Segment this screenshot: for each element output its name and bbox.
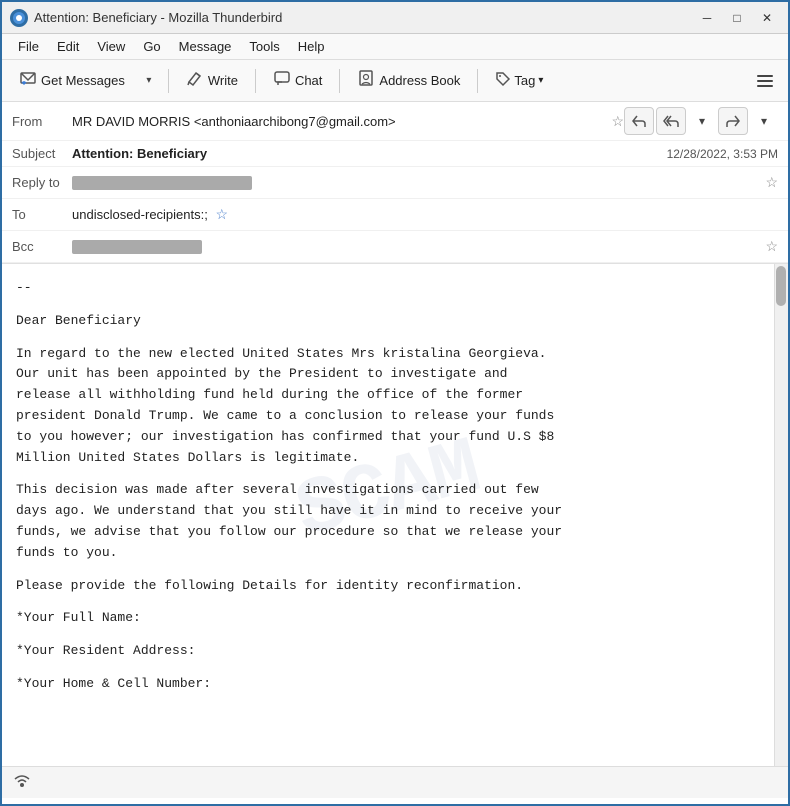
email-paragraph-2: This decision was made after several inv… xyxy=(16,480,754,563)
write-button[interactable]: Write xyxy=(177,64,247,97)
more-actions-button[interactable]: ▾ xyxy=(750,107,778,135)
status-icon xyxy=(12,772,32,793)
app-icon xyxy=(10,9,28,27)
separator-1 xyxy=(168,69,169,93)
email-date: 12/28/2022, 3:53 PM xyxy=(667,147,778,161)
menu-tools[interactable]: Tools xyxy=(241,37,287,56)
from-label: From xyxy=(12,114,72,129)
email-body-wrapper: SCAM -- Dear Beneficiary In regard to th… xyxy=(2,264,788,798)
email-paragraph-1: In regard to the new elected United Stat… xyxy=(16,344,754,469)
chat-icon xyxy=(273,69,291,92)
header-dropdown-button[interactable]: ▾ xyxy=(688,107,716,135)
menu-go[interactable]: Go xyxy=(135,37,168,56)
separator-2 xyxy=(255,69,256,93)
from-value: MR DAVID MORRIS <anthoniaarchibong7@gmai… xyxy=(72,114,611,129)
menu-view[interactable]: View xyxy=(89,37,133,56)
tag-button[interactable]: Tag ▾ xyxy=(486,66,552,95)
write-icon xyxy=(186,69,204,92)
ham-line-2 xyxy=(757,80,773,82)
to-value-text: undisclosed-recipients:; xyxy=(72,207,208,222)
hamburger-menu-button[interactable] xyxy=(750,66,780,96)
address-book-button[interactable]: Address Book xyxy=(348,64,469,97)
email-body: SCAM -- Dear Beneficiary In regard to th… xyxy=(2,264,774,721)
reply-to-star-icon[interactable]: ☆ xyxy=(765,174,778,191)
address-book-icon xyxy=(357,69,375,92)
status-bar xyxy=(2,766,788,798)
tag-icon xyxy=(495,71,511,90)
reply-button[interactable] xyxy=(624,107,654,135)
bcc-label: Bcc xyxy=(12,239,72,254)
ham-line-3 xyxy=(757,85,773,87)
from-row: From MR DAVID MORRIS <anthoniaarchibong7… xyxy=(2,102,788,141)
close-button[interactable]: ✕ xyxy=(754,8,780,28)
from-star-icon[interactable]: ☆ xyxy=(611,113,624,130)
get-messages-button[interactable]: Get Messages xyxy=(10,64,134,97)
subject-value: Attention: Beneficiary xyxy=(72,146,667,161)
email-body-container: SCAM -- Dear Beneficiary In regard to th… xyxy=(2,264,788,798)
separator-4 xyxy=(477,69,478,93)
to-label: To xyxy=(12,207,72,222)
get-messages-dropdown[interactable]: ▾ xyxy=(138,66,160,96)
subject-label: Subject xyxy=(12,146,72,161)
reply-to-row: Reply to ☆ xyxy=(2,167,788,199)
forward-button[interactable] xyxy=(718,107,748,135)
email-header: From MR DAVID MORRIS <anthoniaarchibong7… xyxy=(2,102,788,264)
menu-edit[interactable]: Edit xyxy=(49,37,87,56)
email-line-1: -- xyxy=(16,278,754,299)
to-row: To undisclosed-recipients:; ☆ xyxy=(2,199,788,231)
email-field-phone: *Your Home & Cell Number: xyxy=(16,674,754,695)
title-bar: Attention: Beneficiary - Mozilla Thunder… xyxy=(2,2,788,34)
chat-label: Chat xyxy=(295,73,322,88)
bcc-row: Bcc ☆ xyxy=(2,231,788,263)
reply-all-button[interactable] xyxy=(656,107,686,135)
menu-help[interactable]: Help xyxy=(290,37,333,56)
email-paragraph-3: Please provide the following Details for… xyxy=(16,576,754,597)
subject-row: Subject Attention: Beneficiary 12/28/202… xyxy=(2,141,788,167)
bcc-star-icon[interactable]: ☆ xyxy=(765,238,778,255)
header-actions: ▾ ▾ xyxy=(624,107,778,135)
tag-label: Tag xyxy=(514,73,535,88)
menu-message[interactable]: Message xyxy=(171,37,240,56)
window-title: Attention: Beneficiary - Mozilla Thunder… xyxy=(34,10,694,25)
toolbar: Get Messages ▾ Write Chat Address Book T… xyxy=(2,60,788,102)
reply-to-label: Reply to xyxy=(12,175,72,190)
separator-3 xyxy=(339,69,340,93)
get-messages-label: Get Messages xyxy=(41,73,125,88)
menu-file[interactable]: File xyxy=(10,37,47,56)
email-line-2: Dear Beneficiary xyxy=(16,311,754,332)
scrollbar-thumb[interactable] xyxy=(776,266,786,306)
maximize-button[interactable]: □ xyxy=(724,8,750,28)
bcc-value xyxy=(72,239,765,255)
window-controls: ─ □ ✕ xyxy=(694,8,780,28)
address-book-label: Address Book xyxy=(379,73,460,88)
to-star-icon[interactable]: ☆ xyxy=(215,206,228,222)
to-value: undisclosed-recipients:; ☆ xyxy=(72,206,778,223)
email-field-name: *Your Full Name: xyxy=(16,608,754,629)
get-messages-icon xyxy=(19,69,37,92)
ham-line-1 xyxy=(757,75,773,77)
menu-bar: File Edit View Go Message Tools Help xyxy=(2,34,788,60)
reply-to-value xyxy=(72,175,765,191)
write-label: Write xyxy=(208,73,238,88)
tag-dropdown-icon: ▾ xyxy=(538,75,543,86)
chat-button[interactable]: Chat xyxy=(264,64,331,97)
minimize-button[interactable]: ─ xyxy=(694,8,720,28)
scrollbar-track[interactable] xyxy=(774,264,788,798)
email-field-address: *Your Resident Address: xyxy=(16,641,754,662)
